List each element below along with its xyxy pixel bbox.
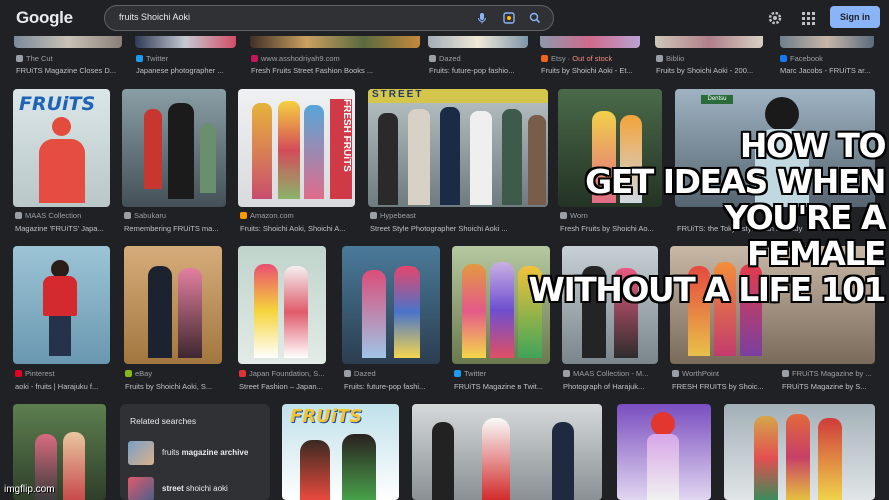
result-source[interactable]: Biblio xyxy=(656,54,766,63)
related-search-item[interactable]: fruits magazine archive xyxy=(128,439,266,467)
result-title[interactable]: Fresh Fruits Street Fashion Books ... xyxy=(251,66,421,75)
result-source[interactable]: Etsy · Out of stock xyxy=(541,54,651,63)
favicon-icon xyxy=(780,55,787,62)
result-title[interactable]: Remembering FRUiTS ma... xyxy=(124,224,224,233)
magazine-cover-title: FRUiTS xyxy=(19,93,96,115)
related-search-text[interactable]: fruits magazine archive xyxy=(162,448,248,457)
image-result[interactable] xyxy=(124,246,222,364)
result-source[interactable]: Amazon.com xyxy=(240,211,355,220)
result-source[interactable]: Dazed xyxy=(344,369,444,378)
favicon-icon xyxy=(672,370,679,377)
magazine-cover-title: STREET xyxy=(368,89,548,103)
caption-line: GET IDEAS WHEN xyxy=(585,162,886,201)
result-title[interactable]: FRESH FRUITS by Shoic... xyxy=(672,382,772,391)
result-source[interactable]: eBay xyxy=(125,369,225,378)
related-thumbnail xyxy=(128,477,154,500)
image-result[interactable] xyxy=(724,404,875,500)
favicon-icon xyxy=(541,55,548,62)
favicon-icon xyxy=(370,212,377,219)
favicon-icon xyxy=(782,370,789,377)
result-source[interactable]: The Cut xyxy=(16,54,116,63)
caption-line: WITHOUT A LIFE 101 xyxy=(528,270,887,309)
result-title[interactable]: aoki - fruits | Harajuku f... xyxy=(15,382,115,391)
related-thumbnail xyxy=(128,441,154,465)
result-title[interactable]: FRUiTS Magazine by S... xyxy=(782,382,882,391)
image-result[interactable]: FRUiTS xyxy=(282,404,399,500)
result-title[interactable]: FRUiTS Magazine Closes D... xyxy=(16,66,122,75)
caption-line: HOW TO xyxy=(739,126,887,165)
result-title[interactable]: Photograph of Harajuk... xyxy=(563,382,663,391)
mic-icon[interactable] xyxy=(475,11,489,25)
stock-status: Out of stock xyxy=(572,54,613,63)
camera-lens-icon[interactable] xyxy=(502,11,516,25)
related-search-text[interactable]: street shoichi aoki xyxy=(162,484,228,493)
image-result[interactable] xyxy=(122,89,226,207)
favicon-icon xyxy=(251,55,258,62)
favicon-icon xyxy=(124,212,131,219)
related-searches-title: Related searches xyxy=(130,416,197,426)
image-result[interactable] xyxy=(13,246,110,364)
image-result[interactable]: FRESH FRUiTS xyxy=(238,89,355,207)
meme-caption: HOW TO GET IDEAS WHEN YOU'RE A FEMALE WI… xyxy=(505,126,887,309)
result-source[interactable]: MAAS Collection - M... xyxy=(563,369,663,378)
image-result[interactable] xyxy=(412,404,602,500)
related-searches-panel: Related searches fruits magazine archive… xyxy=(120,404,270,500)
favicon-icon xyxy=(563,370,570,377)
imgflip-watermark: imgflip.com xyxy=(4,484,55,495)
caption-line: YOU'RE A xyxy=(724,198,886,237)
search-box[interactable]: fruits Shoichi Aoki xyxy=(104,5,554,31)
apps-grid-icon[interactable] xyxy=(799,9,817,27)
result-source[interactable]: Dazed xyxy=(429,54,529,63)
magazine-cover-title: FRUiTS xyxy=(290,406,363,427)
favicon-icon xyxy=(16,55,23,62)
header: Google fruits Shoichi Aoki Sign in xyxy=(0,0,889,36)
favicon-icon xyxy=(125,370,132,377)
favicon-icon xyxy=(15,370,22,377)
image-result[interactable]: FRUiTS xyxy=(13,89,110,207)
search-icon[interactable] xyxy=(528,11,542,25)
result-title[interactable]: Japanese photographer ... xyxy=(136,66,236,75)
result-title[interactable]: Magazine 'FRUiTS' Japa... xyxy=(15,224,115,233)
result-title[interactable]: Fruits by Shoichi Aoki - Et... xyxy=(541,66,646,75)
result-title[interactable]: Fruits by Shoichi Aoki, S... xyxy=(125,382,225,391)
result-source[interactable]: Pinterest xyxy=(15,369,115,378)
sign-in-button[interactable]: Sign in xyxy=(830,6,880,28)
result-source[interactable]: Japan Foundation, S... xyxy=(239,369,334,378)
result-source[interactable]: Twitter xyxy=(136,54,236,63)
search-input[interactable]: fruits Shoichi Aoki xyxy=(119,12,190,22)
caption-line: FEMALE xyxy=(746,234,887,273)
result-title[interactable]: Fruits: future-pop fashio... xyxy=(429,66,529,75)
settings-gear-icon[interactable] xyxy=(766,9,784,27)
result-source[interactable]: www.asshodriyah9.com xyxy=(251,54,421,63)
result-title[interactable]: FRUiTS Magazine в Twit... xyxy=(454,382,554,391)
result-title[interactable]: Marc Jacobs - FRUiTS ar... xyxy=(780,66,880,75)
favicon-icon xyxy=(240,212,247,219)
favicon-icon xyxy=(454,370,461,377)
image-result[interactable] xyxy=(238,246,326,364)
result-source[interactable]: Sabukaru xyxy=(124,211,224,220)
result-title[interactable]: Fruits: future-pop fashi... xyxy=(344,382,444,391)
favicon-icon xyxy=(429,55,436,62)
result-source[interactable]: Facebook xyxy=(780,54,880,63)
favicon-icon xyxy=(656,55,663,62)
favicon-icon xyxy=(136,55,143,62)
result-source[interactable]: Twitter xyxy=(454,369,554,378)
result-source[interactable]: WorthPoint xyxy=(672,369,772,378)
result-title[interactable]: Fruits: Shoichi Aoki, Shoichi A... xyxy=(240,224,355,233)
related-search-item[interactable]: street shoichi aoki xyxy=(128,475,266,500)
magazine-cover-title: FRESH FRUiTS xyxy=(330,99,352,199)
result-title[interactable]: Street Fashion – Japan... xyxy=(239,382,334,391)
result-source[interactable]: MAAS Collection xyxy=(15,211,115,220)
favicon-icon xyxy=(15,212,22,219)
result-title[interactable]: Fruits by Shoichi Aoki - 200... xyxy=(656,66,766,75)
google-logo[interactable]: Google xyxy=(16,8,73,28)
favicon-icon xyxy=(344,370,351,377)
image-result[interactable] xyxy=(617,404,711,500)
favicon-icon xyxy=(239,370,246,377)
image-result[interactable] xyxy=(342,246,440,364)
result-source[interactable]: FRUiTS Magazine by ... xyxy=(782,369,882,378)
